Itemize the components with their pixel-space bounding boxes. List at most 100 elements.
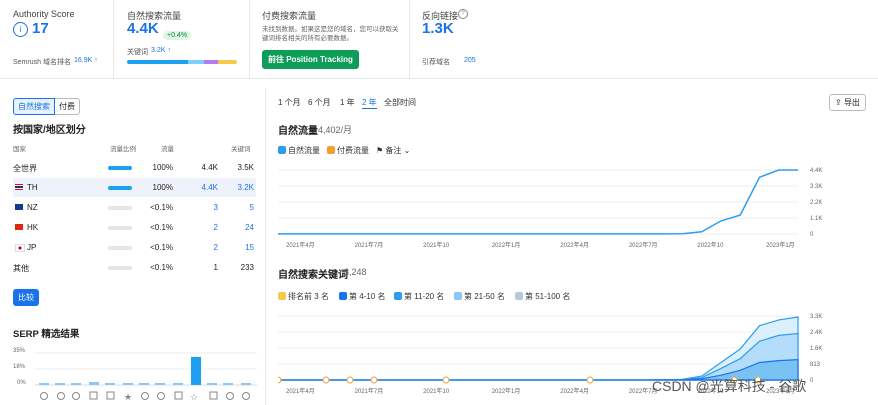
semrush-rank-label: Semrush 域名排名 <box>13 59 71 66</box>
organic-value[interactable]: 4.4K <box>127 20 159 37</box>
flag-icon: ⚑ <box>376 146 384 155</box>
checkbox-icon <box>515 292 523 300</box>
x-tick-label: 2022年10 <box>697 241 724 249</box>
organic-keywords-label: 关键词 <box>127 49 148 56</box>
col-share: 流量比例 <box>110 146 136 153</box>
range-2y[interactable]: 2 年 <box>362 97 377 109</box>
range-1y[interactable]: 1 年 <box>340 97 355 108</box>
keywords-chart-title: 自然搜索关键词 <box>278 270 348 281</box>
y-tick-label: 4.4K <box>810 168 822 174</box>
country-title: 按国家/地区划分 <box>13 125 86 136</box>
legend-organic[interactable]: 自然流量 <box>278 145 320 156</box>
keyword-area-series[interactable] <box>278 332 799 381</box>
serp-feature-icon <box>209 391 218 400</box>
serp-feature-icon <box>89 391 98 400</box>
range-all[interactable]: 全部时间 <box>384 97 416 108</box>
table-row[interactable]: 全世界 100% 4.4K 3.5K <box>13 158 256 177</box>
info-icon[interactable]: i <box>13 22 28 37</box>
share-bar <box>108 166 132 170</box>
x-tick-label: 2022年1月 <box>492 387 521 395</box>
legend-notes[interactable]: ⚑ 备注 ⌄ <box>376 145 410 156</box>
export-button[interactable]: ⇪ 导出 <box>829 94 866 111</box>
star-icon: ★ <box>124 392 132 402</box>
x-tick-label: 2021年7月 <box>355 387 384 395</box>
share-bar <box>108 246 132 250</box>
table-row[interactable]: NZ <0.1% 3 5 <box>13 198 256 217</box>
x-tick-label: 2022年4月 <box>560 387 589 395</box>
google-update-marker-icon[interactable] <box>586 376 594 384</box>
y-tick-label: 1.1K <box>810 216 822 222</box>
help-icon[interactable]: ? <box>458 9 468 19</box>
legend-51-100[interactable]: 第 51-100 名 <box>515 291 570 302</box>
keywords-chart-subtitle: 3,248 <box>344 267 367 277</box>
share-bar <box>108 186 132 190</box>
flag-nz-icon <box>15 204 23 210</box>
legend-top3[interactable]: 排名前 3 名 <box>278 291 329 302</box>
x-tick-label: 2022年4月 <box>560 241 589 249</box>
organic-keywords-value[interactable]: 3.2K ↑ <box>151 47 171 54</box>
table-row[interactable]: JP <0.1% 2 15 <box>13 238 256 257</box>
chevron-down-icon: ⌄ <box>403 146 411 155</box>
flag-hk-icon <box>15 224 23 230</box>
col-traffic: 流量 <box>161 146 174 153</box>
checkbox-icon <box>454 292 462 300</box>
checkbox-icon <box>339 292 347 300</box>
serp-chart: ★ ☆ <box>35 352 257 402</box>
x-tick-label: 2022年1月 <box>492 241 521 249</box>
table-row[interactable]: HK <0.1% 2 24 <box>13 218 256 237</box>
paid-card: 付费搜索流量 未找到数据。如果这是您的域名，您可以获取关键词排名相关的所有必要数… <box>249 0 410 78</box>
x-tick-label: 2021年4月 <box>286 241 315 249</box>
serp-feature-icon <box>242 392 250 400</box>
traffic-chart-title: 自然流量 <box>278 126 318 137</box>
backlinks-value[interactable]: 1.3K <box>422 20 454 37</box>
flag-th-icon <box>15 184 23 190</box>
legend-11-20[interactable]: 第 11-20 名 <box>394 291 444 302</box>
range-1m[interactable]: 1 个月 <box>278 97 301 108</box>
backlinks-card: 反向链接 ? 1.3K 引荐域名 205 <box>409 0 589 78</box>
google-update-marker-icon[interactable] <box>442 376 450 384</box>
compare-button[interactable]: 比较 <box>13 289 39 306</box>
position-tracking-button[interactable]: 前往 Position Tracking <box>262 50 359 69</box>
x-tick-label: 2021年4月 <box>286 387 315 395</box>
serp-feature-icon <box>57 392 65 400</box>
serp-feature-icon <box>141 392 149 400</box>
referring-domains-label: 引荐域名 <box>422 59 450 66</box>
authority-card: Authority Score i 17 Semrush 域名排名 16.9K … <box>0 0 114 78</box>
paid-toggle[interactable]: 付费 <box>55 98 80 115</box>
google-update-marker-icon[interactable] <box>278 376 282 384</box>
semrush-rank-value[interactable]: 16.9K ↑ <box>74 57 98 64</box>
referring-domains-value[interactable]: 205 <box>464 57 476 64</box>
col-keywords: 关键词 <box>231 146 251 153</box>
serp-feature-icon <box>157 392 165 400</box>
serp-bar-peak[interactable] <box>191 357 201 385</box>
organic-toggle[interactable]: 自然搜索 <box>13 98 55 115</box>
authority-value: 17 <box>32 20 49 37</box>
table-row[interactable]: TH 100% 4.4K 3.2K <box>13 178 256 197</box>
legend-paid[interactable]: 付费流量 <box>327 145 369 156</box>
flag-jp-icon <box>15 244 25 252</box>
google-update-marker-icon[interactable] <box>322 376 330 384</box>
range-6m[interactable]: 6 个月 <box>308 97 331 108</box>
watermark: CSDN @光算科技 - 谷歌 <box>652 378 807 394</box>
y-tick-label: 813 <box>810 362 821 368</box>
checkbox-icon <box>394 292 402 300</box>
google-update-marker-icon[interactable] <box>370 376 378 384</box>
table-row[interactable]: 其他 <0.1% 1 233 <box>13 258 256 277</box>
y-tick-label: 0 <box>810 378 814 384</box>
organic-change-badge: +0.4% <box>163 31 192 40</box>
x-tick-label: 2023年1月 <box>766 241 795 249</box>
google-update-marker-icon[interactable] <box>346 376 354 384</box>
y-tick-label: 0 <box>810 232 814 238</box>
checkbox-icon <box>278 146 286 154</box>
y-tick-label: 3.3K <box>810 314 822 320</box>
legend-21-50[interactable]: 第 21-50 名 <box>454 291 505 302</box>
serp-feature-icon <box>106 391 115 400</box>
share-bar <box>108 206 132 210</box>
col-country: 国家 <box>13 146 26 153</box>
organic-card: 自然搜索流量 4.4K +0.4% 关键词 3.2K ↑ <box>113 0 250 78</box>
y-tick-label: 1.6K <box>810 346 822 352</box>
legend-4-10[interactable]: 第 4-10 名 <box>339 291 385 302</box>
authority-label: Authority Score <box>13 9 75 19</box>
serp-feature-icon <box>226 392 234 400</box>
checkbox-icon <box>278 292 286 300</box>
